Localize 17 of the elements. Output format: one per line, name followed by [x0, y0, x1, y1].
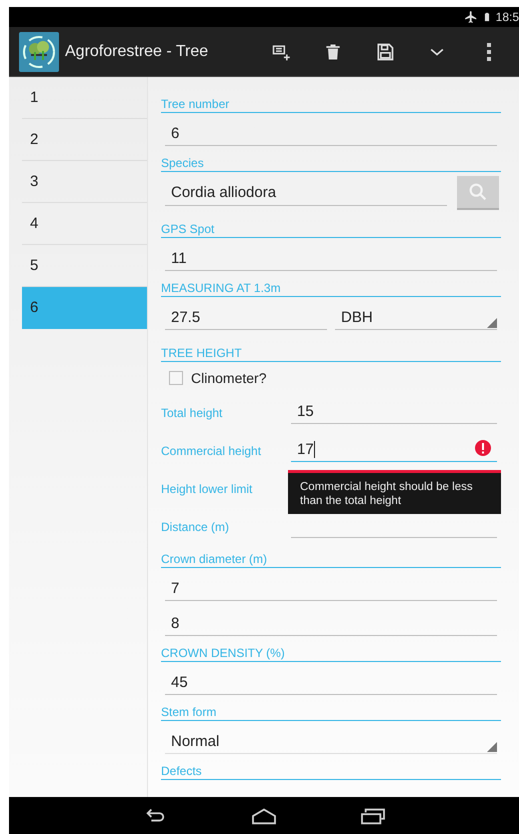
section-header: TREE HEIGHT — [161, 346, 501, 362]
section-header: Crown diameter (m) — [161, 552, 501, 568]
section-header: GPS Spot — [161, 222, 501, 238]
section-header: Stem form — [161, 705, 501, 721]
section-header: Species — [161, 156, 501, 172]
field-label: Height lower limit — [161, 482, 254, 496]
section-header: MEASURING AT 1.3m — [161, 281, 501, 297]
field-label: Total height — [161, 406, 224, 420]
checkbox-label: Clinometer? — [191, 370, 266, 386]
field-label: Commercial height — [161, 444, 262, 458]
clock: 18:5 — [496, 10, 519, 24]
section-header: CROWN DENSITY (%) — [161, 646, 501, 662]
app-title: Agroforestree - Tree — [65, 42, 210, 60]
error-tooltip: Commercial height should be less than the total height — [288, 470, 501, 514]
field-label: Distance (m) — [161, 520, 230, 534]
section-header: Tree number — [161, 97, 501, 113]
section-header: Defects — [161, 764, 501, 780]
